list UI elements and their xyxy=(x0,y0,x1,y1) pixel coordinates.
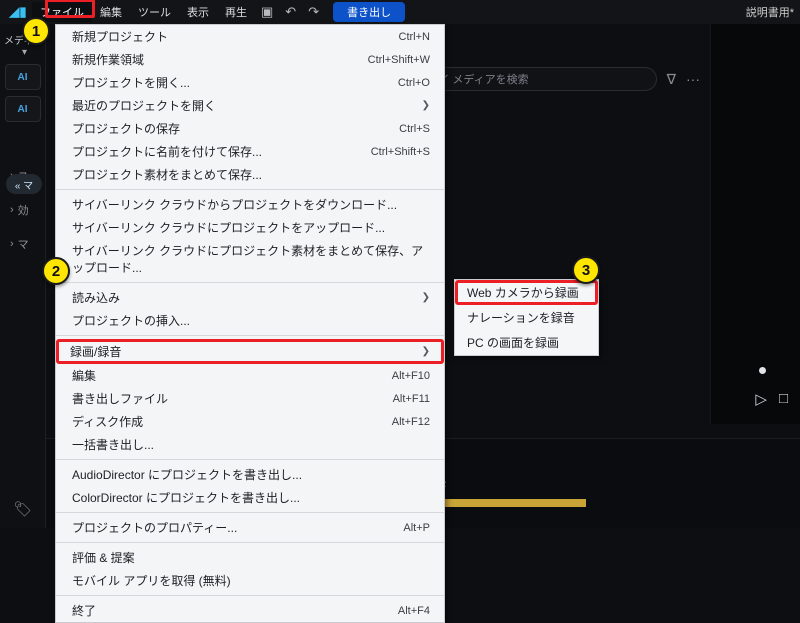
menu-item-shortcut: Alt+F12 xyxy=(392,416,430,428)
file-menu-dropdown: 新規プロジェクト Ctrl+N 新規作業領域 Ctrl+Shift+W プロジェクトを開… xyxy=(55,24,445,623)
menu-item-shortcut: Ctrl+Shift+W xyxy=(368,54,430,66)
menu-item-label: プロジェクトに名前を付けて保存... xyxy=(72,143,262,160)
more-icon[interactable]: ··· xyxy=(686,71,700,87)
rail-ai-button-1[interactable]: AI xyxy=(5,64,41,90)
callout-1: 1 xyxy=(22,17,50,45)
menu-edit[interactable]: 編集 xyxy=(92,2,130,22)
menu-item-label: 読み込み xyxy=(72,289,120,306)
workspace: メディア ▾ AI AI « マ › ス › 効 › マ 🏷 🔍 マイ メディア… xyxy=(0,24,800,528)
menu-item-label: サイバーリンク クラウドからプロジェクトをダウンロード... xyxy=(72,196,397,213)
menu-item-label: プロジェクト素材をまとめて保存... xyxy=(72,166,262,183)
menu-item[interactable]: 新規作業領域 Ctrl+Shift+W xyxy=(56,48,444,71)
tag-icon[interactable]: 🏷 xyxy=(13,500,32,518)
menu-item[interactable]: ディスク作成 Alt+F12 xyxy=(56,410,444,433)
menu-item-label: 書き出しファイル xyxy=(72,390,168,407)
menu-item-label: プロジェクトの保存 xyxy=(72,120,180,137)
menu-item[interactable]: 書き出しファイル Alt+F11 xyxy=(56,387,444,410)
save-icon[interactable]: ▣ xyxy=(261,4,273,20)
menu-item-label: 最近のプロジェクトを開く xyxy=(72,97,216,114)
rail-ai-button-2[interactable]: AI xyxy=(5,96,41,122)
menu-item-shortcut: Alt+F11 xyxy=(393,393,430,405)
rail-expand-3[interactable]: › マ xyxy=(10,236,45,252)
rail-myfiles[interactable]: « マ xyxy=(6,174,42,194)
menu-item-shortcut: Alt+F4 xyxy=(398,605,430,617)
menu-item-label: 終了 xyxy=(72,602,96,619)
menu-item-label: サイバーリンク クラウドにプロジェクト素材をまとめて保存、アップロード... xyxy=(72,242,430,276)
submenu-item[interactable]: ナレーションを録音 xyxy=(455,305,598,330)
menu-item-shortcut: Ctrl+Shift+S xyxy=(371,146,430,158)
menu-item[interactable]: AudioDirector にプロジェクトを書き出し... xyxy=(56,463,444,486)
menu-item-label: サイバーリンク クラウドにプロジェクトをアップロード... xyxy=(72,219,385,236)
menu-item[interactable]: モバイル アプリを取得 (無料) xyxy=(56,569,444,592)
menu-tools[interactable]: ツール xyxy=(130,2,179,22)
submenu-item[interactable]: PC の画面を録画 xyxy=(455,330,598,355)
submenu-item[interactable]: Web カメラから録画 xyxy=(455,280,598,305)
record-submenu: Web カメラから録画ナレーションを録音PC の画面を録画 xyxy=(454,279,599,356)
menu-item[interactable]: 編集 Alt+F10 xyxy=(56,364,444,387)
submenu-arrow-icon: ❯ xyxy=(422,100,430,111)
export-button[interactable]: 書き出し xyxy=(333,2,405,22)
menu-item-label: モバイル アプリを取得 (無料) xyxy=(72,572,231,589)
menu-item[interactable]: ColorDirector にプロジェクトを書き出し... xyxy=(56,486,444,509)
rail-dropdown-icon[interactable]: ▾ xyxy=(22,47,45,58)
menu-item[interactable]: プロジェクトを開く... Ctrl+O xyxy=(56,71,444,94)
menu-item[interactable]: プロジェクトに名前を付けて保存... Ctrl+Shift+S xyxy=(56,140,444,163)
rail-expand-2[interactable]: › 効 xyxy=(10,202,45,218)
left-rail: メディア ▾ AI AI « マ › ス › 効 › マ 🏷 xyxy=(0,24,46,528)
menu-view[interactable]: 表示 xyxy=(179,2,217,22)
project-name: 説明書用* xyxy=(746,4,794,20)
menu-item-label: 評価 & 提案 xyxy=(72,549,135,566)
play-icon[interactable]: ▷ xyxy=(755,390,767,408)
menu-item[interactable]: 最近のプロジェクトを開く ❯ xyxy=(56,94,444,117)
menu-item-label: プロジェクトを開く... xyxy=(72,74,190,91)
menu-item[interactable]: 新規プロジェクト Ctrl+N xyxy=(56,25,444,48)
menu-item-label: 編集 xyxy=(72,367,96,384)
callout-2: 2 xyxy=(42,257,70,285)
menu-item[interactable]: プロジェクトの挿入... xyxy=(56,309,444,332)
menu-item-label: 録画/録音 xyxy=(70,343,121,360)
menu-item[interactable]: サイバーリンク クラウドにプロジェクト素材をまとめて保存、アップロード... xyxy=(56,239,444,279)
menubar: ◢▮ ファイル 編集 ツール 表示 再生 ▣ ↶ ↷ 書き出し 説明書用* xyxy=(0,0,800,24)
callout-3: 3 xyxy=(572,256,600,284)
menu-item-shortcut: Ctrl+O xyxy=(398,77,430,89)
menu-item[interactable]: プロジェクトの保存 Ctrl+S xyxy=(56,117,444,140)
menu-item-label: ディスク作成 xyxy=(72,413,143,430)
preview-panel: ▷ □ xyxy=(710,24,800,424)
menu-item[interactable]: 一括書き出し... xyxy=(56,433,444,456)
submenu-arrow-icon: ❯ xyxy=(422,346,430,357)
menu-item[interactable]: サイバーリンク クラウドにプロジェクトをアップロード... xyxy=(56,216,444,239)
menubar-tool-icons: ▣ ↶ ↷ xyxy=(261,4,319,20)
menu-play[interactable]: 再生 xyxy=(217,2,255,22)
scrub-handle[interactable] xyxy=(759,367,766,374)
menu-item[interactable]: 録画/録音 ❯ xyxy=(56,339,444,364)
menu-item-shortcut: Alt+F10 xyxy=(392,370,430,382)
menu-item[interactable]: 終了 Alt+F4 xyxy=(56,599,444,622)
menu-item[interactable]: 読み込み ❯ xyxy=(56,286,444,309)
undo-icon[interactable]: ↶ xyxy=(285,4,296,20)
menu-item-shortcut: Ctrl+N xyxy=(399,31,430,43)
filter-icon[interactable]: ∇ xyxy=(667,71,676,88)
menu-item-label: プロジェクトの挿入... xyxy=(72,312,190,329)
menu-item[interactable]: サイバーリンク クラウドからプロジェクトをダウンロード... xyxy=(56,193,444,216)
menu-item[interactable]: プロジェクト素材をまとめて保存... xyxy=(56,163,444,186)
menu-item-shortcut: Ctrl+S xyxy=(399,123,430,135)
menu-item[interactable]: 評価 & 提案 xyxy=(56,546,444,569)
stop-icon[interactable]: □ xyxy=(779,390,788,408)
redo-icon[interactable]: ↷ xyxy=(308,4,319,20)
menu-item-label: ColorDirector にプロジェクトを書き出し... xyxy=(72,489,300,506)
menu-item-label: AudioDirector にプロジェクトを書き出し... xyxy=(72,466,302,483)
menu-item-label: 一括書き出し... xyxy=(72,436,154,453)
menu-item-label: 新規作業領域 xyxy=(72,51,144,68)
menu-item-label: 新規プロジェクト xyxy=(72,28,168,45)
submenu-arrow-icon: ❯ xyxy=(422,292,430,303)
